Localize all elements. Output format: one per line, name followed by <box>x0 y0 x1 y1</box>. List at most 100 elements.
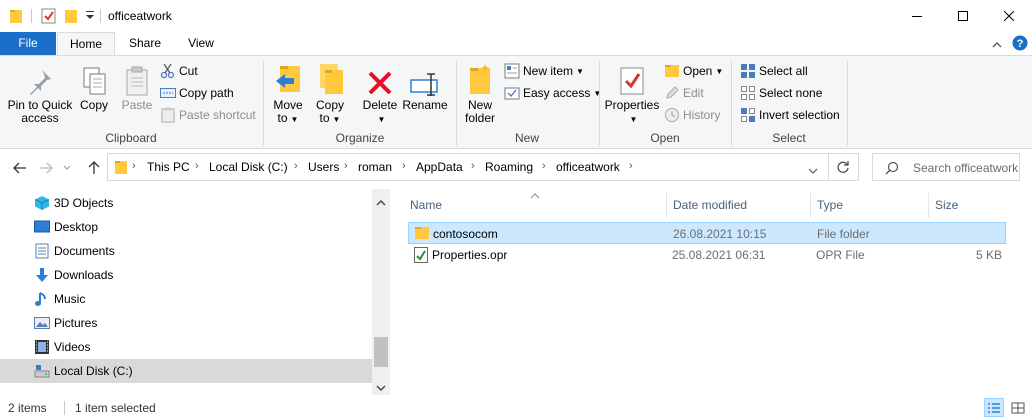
nav-item-3d-objects[interactable]: 3D Objects <box>0 191 372 215</box>
breadcrumb-officeatwork[interactable]: officeatwork <box>556 160 620 174</box>
file-name: contosocom <box>433 227 498 241</box>
svg-text:?: ? <box>1017 38 1024 50</box>
breadcrumb-separator-icon: › <box>629 160 633 172</box>
nav-item-pictures[interactable]: Pictures <box>0 311 372 335</box>
nav-item-downloads[interactable]: Downloads <box>0 263 372 287</box>
close-button[interactable] <box>986 0 1032 32</box>
invert-selection-button[interactable]: Invert selection <box>740 106 840 124</box>
ribbon: Pin to Quick access Copy Paste Cut Copy … <box>0 55 1032 149</box>
refresh-icon[interactable] <box>836 160 850 177</box>
tab-file[interactable]: File <box>0 32 56 55</box>
breadcrumb-roman[interactable]: roman <box>358 160 392 174</box>
arrow-left-icon <box>13 162 26 174</box>
rename-button[interactable]: Rename <box>402 60 448 112</box>
navigation-pane: 3D Objects Desktop Documents Downloads M… <box>0 189 390 395</box>
large-icons-view-icon <box>1011 402 1025 413</box>
edit-button[interactable]: Edit <box>664 84 704 102</box>
select-all-icon <box>740 63 756 79</box>
music-icon <box>34 291 50 307</box>
search-icon <box>885 161 899 178</box>
documents-icon <box>34 243 50 259</box>
copy-path-button[interactable]: Copy path <box>160 84 234 102</box>
new-item-button[interactable]: New item ▼ <box>504 62 584 80</box>
help-icon[interactable]: ? <box>1012 35 1028 54</box>
breadcrumb-separator-icon: › <box>344 160 348 172</box>
column-header-type[interactable]: Type <box>810 193 928 218</box>
pin-to-quick-access-button[interactable]: Pin to Quick access <box>6 60 74 125</box>
column-header-name[interactable]: Name <box>404 193 666 218</box>
forward-button[interactable] <box>36 159 56 177</box>
large-icons-view-button[interactable] <box>1008 398 1028 417</box>
column-header-date-modified[interactable]: Date modified <box>666 193 810 218</box>
file-row[interactable]: contosocom 26.08.2021 10:15 File folder <box>408 222 1006 244</box>
copy-button[interactable]: Copy <box>76 60 112 112</box>
copy-to-button[interactable]: Copy to ▼ <box>312 60 348 126</box>
move-to-button[interactable]: Move to ▼ <box>270 60 306 126</box>
recent-locations-button[interactable] <box>60 159 74 177</box>
copy-path-icon <box>160 85 176 101</box>
pin-icon <box>30 70 51 95</box>
properties-button[interactable]: Properties ▼ <box>604 60 660 126</box>
paste-shortcut-button[interactable]: Paste shortcut <box>160 106 256 124</box>
arrow-up-icon <box>88 161 100 174</box>
back-button[interactable] <box>10 159 30 177</box>
history-button[interactable]: History <box>664 106 720 124</box>
tab-home[interactable]: Home <box>57 32 115 56</box>
column-header-size[interactable]: Size <box>928 193 1008 218</box>
paste-button[interactable]: Paste <box>118 60 156 112</box>
delete-button[interactable]: Delete ▼ <box>360 60 400 126</box>
breadcrumb-appdata[interactable]: AppData <box>416 160 463 174</box>
nav-item-videos[interactable]: Videos <box>0 335 372 359</box>
search-box[interactable]: Search officeatwork <box>872 153 1020 181</box>
properties-quick-access-icon[interactable] <box>41 8 56 27</box>
title-bar: officeatwork <box>0 0 1032 32</box>
up-button[interactable] <box>84 159 104 177</box>
collapse-ribbon-icon[interactable] <box>992 38 1002 52</box>
scroll-down-icon[interactable] <box>376 381 386 395</box>
minimize-button[interactable] <box>894 0 940 32</box>
breadcrumb-roaming[interactable]: Roaming <box>485 160 533 174</box>
new-folder-quick-access-icon[interactable] <box>64 8 78 27</box>
new-folder-button[interactable]: New folder <box>460 60 500 125</box>
cut-button[interactable]: Cut <box>160 62 198 80</box>
select-all-button[interactable]: Select all <box>740 62 808 80</box>
file-row[interactable]: Properties.opr 25.08.2021 06:31 OPR File… <box>408 244 1006 266</box>
scrollbar-thumb[interactable] <box>374 337 388 367</box>
file-name: Properties.opr <box>432 248 508 262</box>
new-item-icon <box>504 63 520 79</box>
search-input[interactable]: Search officeatwork <box>913 161 1018 175</box>
details-view-icon <box>988 402 1000 413</box>
desktop-icon <box>34 219 50 235</box>
minimize-icon <box>912 16 922 17</box>
scroll-up-icon[interactable] <box>376 195 386 209</box>
chevron-down-icon: ▼ <box>629 115 638 124</box>
breadcrumb-separator-icon: › <box>402 160 406 172</box>
selection-count: 1 item selected <box>75 401 156 415</box>
rename-icon <box>410 73 438 96</box>
copy-icon <box>83 67 106 95</box>
customize-quick-access-icon[interactable] <box>85 9 95 24</box>
address-history-dropdown-icon[interactable] <box>808 164 818 178</box>
tab-view[interactable]: View <box>176 32 226 55</box>
paste-icon <box>126 66 148 96</box>
status-bar: 2 items 1 item selected <box>0 396 1032 420</box>
easy-access-icon <box>504 85 520 101</box>
breadcrumb-this-pc[interactable]: This PC <box>147 160 190 174</box>
select-none-button[interactable]: Select none <box>740 84 822 102</box>
nav-item-desktop[interactable]: Desktop <box>0 215 372 239</box>
maximize-button[interactable] <box>940 0 986 32</box>
nav-item-documents[interactable]: Documents <box>0 239 372 263</box>
breadcrumb-users[interactable]: Users <box>308 160 339 174</box>
address-bar[interactable]: › This PC › Local Disk (C:) › Users › ro… <box>107 153 859 181</box>
details-view-button[interactable] <box>984 398 1004 417</box>
nav-item-local-disk[interactable]: Local Disk (C:) <box>0 359 372 383</box>
tab-share[interactable]: Share <box>120 32 170 55</box>
nav-item-music[interactable]: Music <box>0 287 372 311</box>
open-button[interactable]: Open ▼ <box>664 62 723 80</box>
select-none-icon <box>740 85 756 101</box>
nav-pane-scrollbar[interactable] <box>372 189 390 395</box>
breadcrumb-local-disk[interactable]: Local Disk (C:) <box>209 160 288 174</box>
easy-access-button[interactable]: Easy access ▼ <box>504 84 601 102</box>
arrow-right-icon <box>40 162 53 174</box>
breadcrumb-separator-icon: › <box>294 160 298 172</box>
